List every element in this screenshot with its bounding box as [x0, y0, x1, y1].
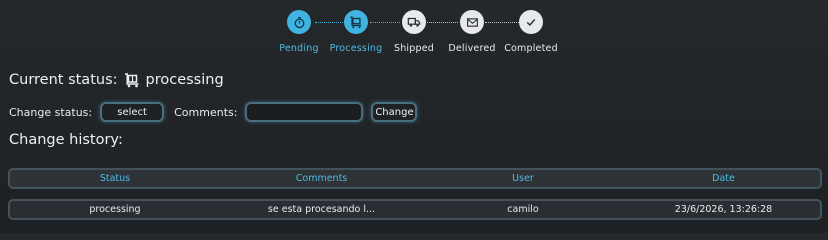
row-user: camilo [507, 204, 539, 215]
change-history-table: Status Comments User Date processing se … [8, 168, 822, 220]
column-header-user: User [512, 173, 534, 184]
package-cart-icon [344, 10, 368, 34]
change-status-form: Change status: select Comments: Change [9, 102, 418, 122]
table-row[interactable]: processing se esta procesando l... camil… [8, 199, 822, 220]
status-select[interactable]: select [100, 102, 165, 122]
current-status: Current status: processing [9, 72, 224, 88]
step-label: Completed [504, 43, 558, 54]
change-button[interactable]: Change [371, 102, 418, 122]
change-history-title: Change history: [9, 132, 123, 148]
table-header: Status Comments User Date [8, 168, 822, 189]
change-status-label: Change status: [9, 105, 93, 119]
comments-label: Comments: [174, 105, 238, 119]
check-icon [519, 10, 543, 34]
step-completed: Completed [496, 10, 566, 54]
row-date: 23/6/2026, 13:26:28 [674, 204, 773, 215]
row-status: processing [89, 204, 141, 215]
package-cart-icon [124, 72, 140, 88]
column-header-date: Date [712, 173, 735, 184]
order-progress-stepper: Pending Processing Shipped Delivered Com… [0, 10, 828, 56]
envelope-icon [460, 10, 484, 34]
current-status-label: Current status: [9, 72, 118, 88]
current-status-value: processing [145, 72, 224, 88]
row-comments: se esta procesando l... [267, 204, 376, 215]
column-header-comments: Comments [295, 173, 348, 184]
column-header-status: Status [99, 173, 131, 184]
truck-icon [402, 10, 426, 34]
timer-icon [287, 10, 311, 34]
comments-input[interactable] [245, 102, 364, 122]
